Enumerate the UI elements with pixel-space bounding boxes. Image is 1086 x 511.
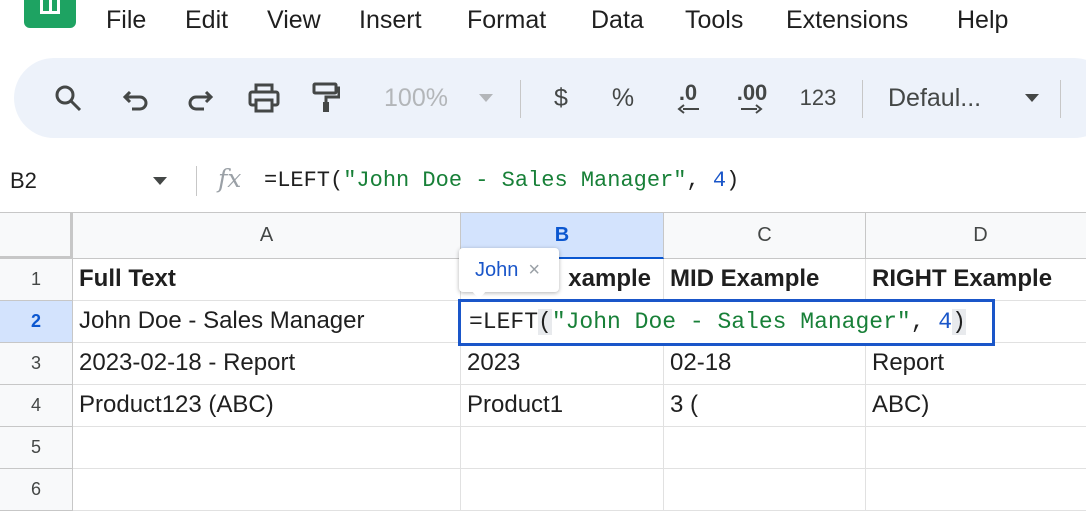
formula-result-tooltip: John ×: [459, 248, 559, 299]
select-all-corner[interactable]: [0, 213, 73, 259]
cell-a5[interactable]: [73, 427, 461, 469]
formula-close-paren: ): [726, 168, 740, 193]
undo-icon[interactable]: [118, 58, 154, 138]
font-dropdown-icon[interactable]: [1020, 58, 1044, 138]
cell-editor[interactable]: =LEFT("John Doe - Sales Manager", 4): [458, 299, 995, 346]
menu-tools[interactable]: Tools: [685, 6, 743, 35]
arrow-left-icon: [677, 104, 699, 114]
paint-format-icon[interactable]: [308, 58, 344, 138]
toolbar-divider: [862, 80, 863, 118]
print-icon[interactable]: [246, 58, 282, 138]
decrease-decimal-label: .0: [678, 80, 698, 105]
row-header-3[interactable]: 3: [0, 343, 73, 385]
name-box[interactable]: B2: [10, 168, 37, 194]
formula-bar-divider: [196, 166, 197, 196]
zoom-dropdown-icon[interactable]: [474, 58, 498, 138]
tooltip-arrow: [471, 290, 487, 299]
formula-bar: B2 fx =LEFT("John Doe - Sales Manager", …: [0, 150, 1086, 213]
formula-number-arg: 4: [712, 168, 727, 193]
cell-a6[interactable]: [73, 469, 461, 511]
menu-edit[interactable]: Edit: [185, 6, 228, 35]
column-header-d[interactable]: D: [866, 213, 1086, 259]
fx-icon: fx: [218, 164, 242, 193]
row-header-5[interactable]: 5: [0, 427, 73, 469]
editor-number-arg: 4: [938, 309, 953, 335]
cell-d6[interactable]: [866, 469, 1086, 511]
menu-insert[interactable]: Insert: [359, 6, 422, 35]
decrease-decimal-button[interactable]: .0: [666, 58, 710, 138]
column-header-c[interactable]: C: [664, 213, 866, 259]
redo-icon[interactable]: [182, 58, 218, 138]
cell-c4[interactable]: 3 (: [664, 385, 866, 427]
formula-string-arg: "John Doe - Sales Manager": [343, 168, 687, 193]
menu-view[interactable]: View: [267, 6, 321, 35]
formula-separator: ,: [686, 168, 713, 193]
editor-string-arg: "John Doe - Sales Manager": [551, 309, 911, 335]
menu-file[interactable]: File: [106, 6, 146, 35]
row-header-1[interactable]: 1: [0, 259, 73, 301]
cell-a4[interactable]: Product123 (ABC): [73, 385, 461, 427]
row-header-4[interactable]: 4: [0, 385, 73, 427]
menu-data[interactable]: Data: [591, 6, 644, 35]
increase-decimal-label: .00: [736, 80, 768, 105]
cell-b3[interactable]: 2023: [461, 343, 664, 385]
arrow-right-icon: [741, 104, 763, 114]
cell-c1[interactable]: MID Example: [664, 259, 866, 301]
menu-format[interactable]: Format: [467, 6, 546, 35]
cell-b6[interactable]: [461, 469, 664, 511]
cell-a2[interactable]: John Doe - Sales Manager: [73, 301, 461, 343]
row-header-6[interactable]: 6: [0, 469, 73, 511]
cell-c5[interactable]: [664, 427, 866, 469]
zoom-select[interactable]: 100%: [378, 58, 454, 138]
toolbar-divider: [1060, 80, 1061, 118]
formula-function: =LEFT(: [264, 168, 344, 193]
cell-d4[interactable]: ABC): [866, 385, 1086, 427]
increase-decimal-button[interactable]: .00: [728, 58, 776, 138]
cell-d3[interactable]: Report: [866, 343, 1086, 385]
cell-b5[interactable]: [461, 427, 664, 469]
cell-c3[interactable]: 02-18: [664, 343, 866, 385]
cell-a1[interactable]: Full Text: [73, 259, 461, 301]
cell-d5[interactable]: [866, 427, 1086, 469]
menu-extensions[interactable]: Extensions: [786, 6, 908, 35]
tooltip-result: John: [475, 258, 519, 281]
format-currency-button[interactable]: $: [546, 58, 576, 138]
formula-input[interactable]: =LEFT("John Doe - Sales Manager", 4): [264, 168, 739, 193]
name-box-dropdown-icon[interactable]: [152, 176, 168, 186]
toolbar-divider: [520, 80, 521, 118]
font-select[interactable]: Defaul...: [888, 58, 1002, 138]
toolbar: 100% $ % .0 .00 123 Defaul...: [14, 58, 1086, 138]
editor-close-paren: ): [952, 309, 966, 335]
cell-c6[interactable]: [664, 469, 866, 511]
cell-b4[interactable]: Product1: [461, 385, 664, 427]
cell-d1[interactable]: RIGHT Example: [866, 259, 1086, 301]
menu-help[interactable]: Help: [957, 6, 1008, 35]
menu-bar: File Edit View Insert Format Data Tools …: [0, 0, 1086, 44]
cell-a3[interactable]: 2023-02-18 - Report: [73, 343, 461, 385]
editor-function: =LEFT: [469, 309, 539, 335]
row-header-2[interactable]: 2: [0, 301, 73, 343]
editor-open-paren: (: [538, 309, 552, 335]
search-icon[interactable]: [50, 58, 86, 138]
editor-separator: ,: [910, 309, 939, 335]
sheets-logo-icon[interactable]: [24, 0, 76, 28]
more-formats-button[interactable]: 123: [794, 58, 842, 138]
format-percent-button[interactable]: %: [608, 58, 638, 138]
column-header-a[interactable]: A: [73, 213, 461, 259]
close-icon[interactable]: ×: [528, 259, 540, 282]
